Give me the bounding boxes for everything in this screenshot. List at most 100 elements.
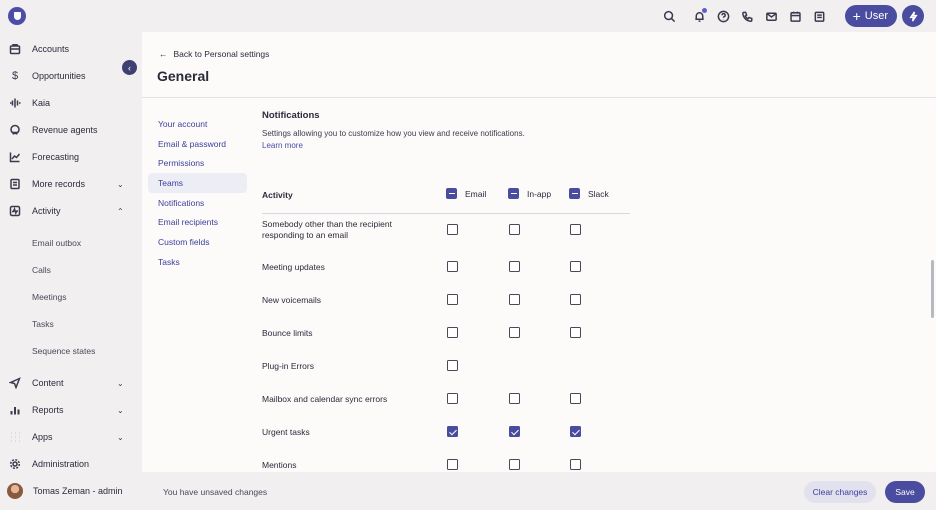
select-all-slack-checkbox[interactable] <box>569 188 580 199</box>
subnav-item-teams[interactable]: Teams <box>148 173 247 193</box>
back-link[interactable]: ← Back to Personal settings <box>159 49 269 59</box>
email-checkbox[interactable] <box>447 459 458 470</box>
clear-changes-button[interactable]: Clear changes <box>804 481 876 503</box>
section-title: Notifications <box>262 110 320 121</box>
sidebar-item-revenue-agents[interactable]: Revenue agents <box>0 119 142 141</box>
column-header-slack[interactable]: Slack <box>569 188 609 199</box>
search-icon[interactable] <box>659 5 681 27</box>
email-checkbox[interactable] <box>447 426 458 437</box>
main-panel: ← Back to Personal settings General Your… <box>142 32 936 472</box>
email-checkbox[interactable] <box>447 393 458 404</box>
inapp-checkbox[interactable] <box>509 261 520 272</box>
sidebar-item-kaia[interactable]: Kaia <box>0 92 142 114</box>
sidebar-item-reports[interactable]: Reports ⌄ <box>0 399 142 421</box>
gear-icon <box>8 457 22 471</box>
slack-checkbox[interactable] <box>570 327 581 338</box>
back-link-label: Back to Personal settings <box>173 49 270 59</box>
inapp-checkbox[interactable] <box>509 327 520 338</box>
select-all-inapp-checkbox[interactable] <box>508 188 519 199</box>
inapp-checkbox[interactable] <box>509 459 520 470</box>
save-bar: You have unsaved changes Clear changes S… <box>142 472 936 510</box>
notifications-section: Notifications Settings allowing you to c… <box>262 110 642 470</box>
row-label: Bounce limits <box>262 328 313 338</box>
sidebar-item-accounts[interactable]: Accounts <box>0 38 142 60</box>
activity-icon <box>8 204 22 218</box>
slack-checkbox[interactable] <box>570 294 581 305</box>
inapp-checkbox[interactable] <box>509 426 520 437</box>
sidebar-subitem-tasks[interactable]: Tasks <box>32 319 54 329</box>
chevron-down-icon: ⌄ <box>117 405 124 415</box>
section-description: Settings allowing you to customize how y… <box>262 129 525 138</box>
row-label: Plug-in Errors <box>262 361 314 371</box>
email-checkbox[interactable] <box>447 294 458 305</box>
select-all-email-checkbox[interactable] <box>446 188 457 199</box>
inapp-checkbox[interactable] <box>509 393 520 404</box>
sidebar-item-label: Reports <box>32 405 64 415</box>
unsaved-changes-text: You have unsaved changes <box>163 487 268 497</box>
sidebar-item-label: Administration <box>32 459 90 469</box>
column-header-email[interactable]: Email <box>446 188 486 199</box>
sidebar-item-apps[interactable]: Apps ⌄ <box>0 426 142 448</box>
add-user-button[interactable]: + User <box>844 5 897 27</box>
sidebar-item-label: Content <box>32 378 64 388</box>
user-profile[interactable]: Tomas Zeman - admin <box>0 472 142 510</box>
bar-chart-icon <box>8 403 22 417</box>
column-header-inapp[interactable]: In-app <box>508 188 551 199</box>
subnav-item-email-recipients[interactable]: Email recipients <box>148 212 247 232</box>
email-checkbox[interactable] <box>447 224 458 235</box>
slack-checkbox[interactable] <box>570 459 581 470</box>
subnav-item-notifications[interactable]: Notifications <box>148 193 247 213</box>
collapse-sidebar-button[interactable]: ‹ <box>122 60 137 75</box>
email-checkbox[interactable] <box>447 327 458 338</box>
sidebar-item-label: Kaia <box>32 98 51 108</box>
page-header: ← Back to Personal settings General <box>142 32 936 98</box>
sidebar-subitem-calls[interactable]: Calls <box>32 265 51 275</box>
slack-checkbox[interactable] <box>570 426 581 437</box>
column-header-activity: Activity <box>262 190 293 200</box>
email-checkbox[interactable] <box>447 360 458 371</box>
subnav-item-email-password[interactable]: Email & password <box>148 134 247 154</box>
sidebar-item-label: Revenue agents <box>32 125 98 135</box>
sidebar-item-label: Accounts <box>32 44 70 54</box>
notes-icon[interactable] <box>809 5 831 27</box>
dollar-icon: $ <box>11 70 19 82</box>
subnav-item-your-account[interactable]: Your account <box>148 114 247 134</box>
sidebar-subitem-sequence-states[interactable]: Sequence states <box>32 346 95 356</box>
subnav-item-custom-fields[interactable]: Custom fields <box>148 232 247 252</box>
chevron-down-icon: ⌄ <box>117 378 124 388</box>
subnav-item-permissions[interactable]: Permissions <box>148 153 247 173</box>
app-logo[interactable] <box>8 7 26 25</box>
sidebar-item-content[interactable]: Content ⌄ <box>0 372 142 394</box>
slack-checkbox[interactable] <box>570 261 581 272</box>
inapp-checkbox[interactable] <box>509 224 520 235</box>
email-checkbox[interactable] <box>447 261 458 272</box>
waveform-icon <box>8 96 22 110</box>
building-icon <box>8 42 22 56</box>
sidebar-item-forecasting[interactable]: Forecasting <box>0 146 142 168</box>
learn-more-link[interactable]: Learn more <box>262 141 642 150</box>
slack-checkbox[interactable] <box>570 224 581 235</box>
sidebar-subitem-meetings[interactable]: Meetings <box>32 292 67 302</box>
scrollbar[interactable] <box>931 260 934 318</box>
bolt-icon <box>908 11 918 21</box>
mail-icon[interactable] <box>761 5 783 27</box>
inapp-checkbox[interactable] <box>509 294 520 305</box>
phone-icon[interactable] <box>737 5 759 27</box>
chevron-up-icon: ⌃ <box>117 206 124 216</box>
row-label: Mailbox and calendar sync errors <box>262 394 388 404</box>
sidebar-subitem-email-outbox[interactable]: Email outbox <box>32 238 81 248</box>
subnav-item-tasks[interactable]: Tasks <box>148 252 247 272</box>
send-icon <box>8 376 22 390</box>
help-icon[interactable] <box>713 5 735 27</box>
row-label: Somebody other than the recipient respon… <box>262 219 392 240</box>
sidebar-item-activity[interactable]: Activity ⌃ <box>0 200 142 222</box>
column-header-label: Email <box>465 188 487 199</box>
bell-icon[interactable] <box>689 5 711 27</box>
calendar-icon[interactable] <box>785 5 807 27</box>
slack-checkbox[interactable] <box>570 393 581 404</box>
sidebar-item-label: Forecasting <box>32 152 80 162</box>
sidebar-item-opportunities[interactable]: $ Opportunities <box>0 65 142 87</box>
quick-actions-button[interactable] <box>902 5 924 27</box>
sidebar-item-more-records[interactable]: More records ⌄ <box>0 173 142 195</box>
save-button[interactable]: Save <box>885 481 925 503</box>
